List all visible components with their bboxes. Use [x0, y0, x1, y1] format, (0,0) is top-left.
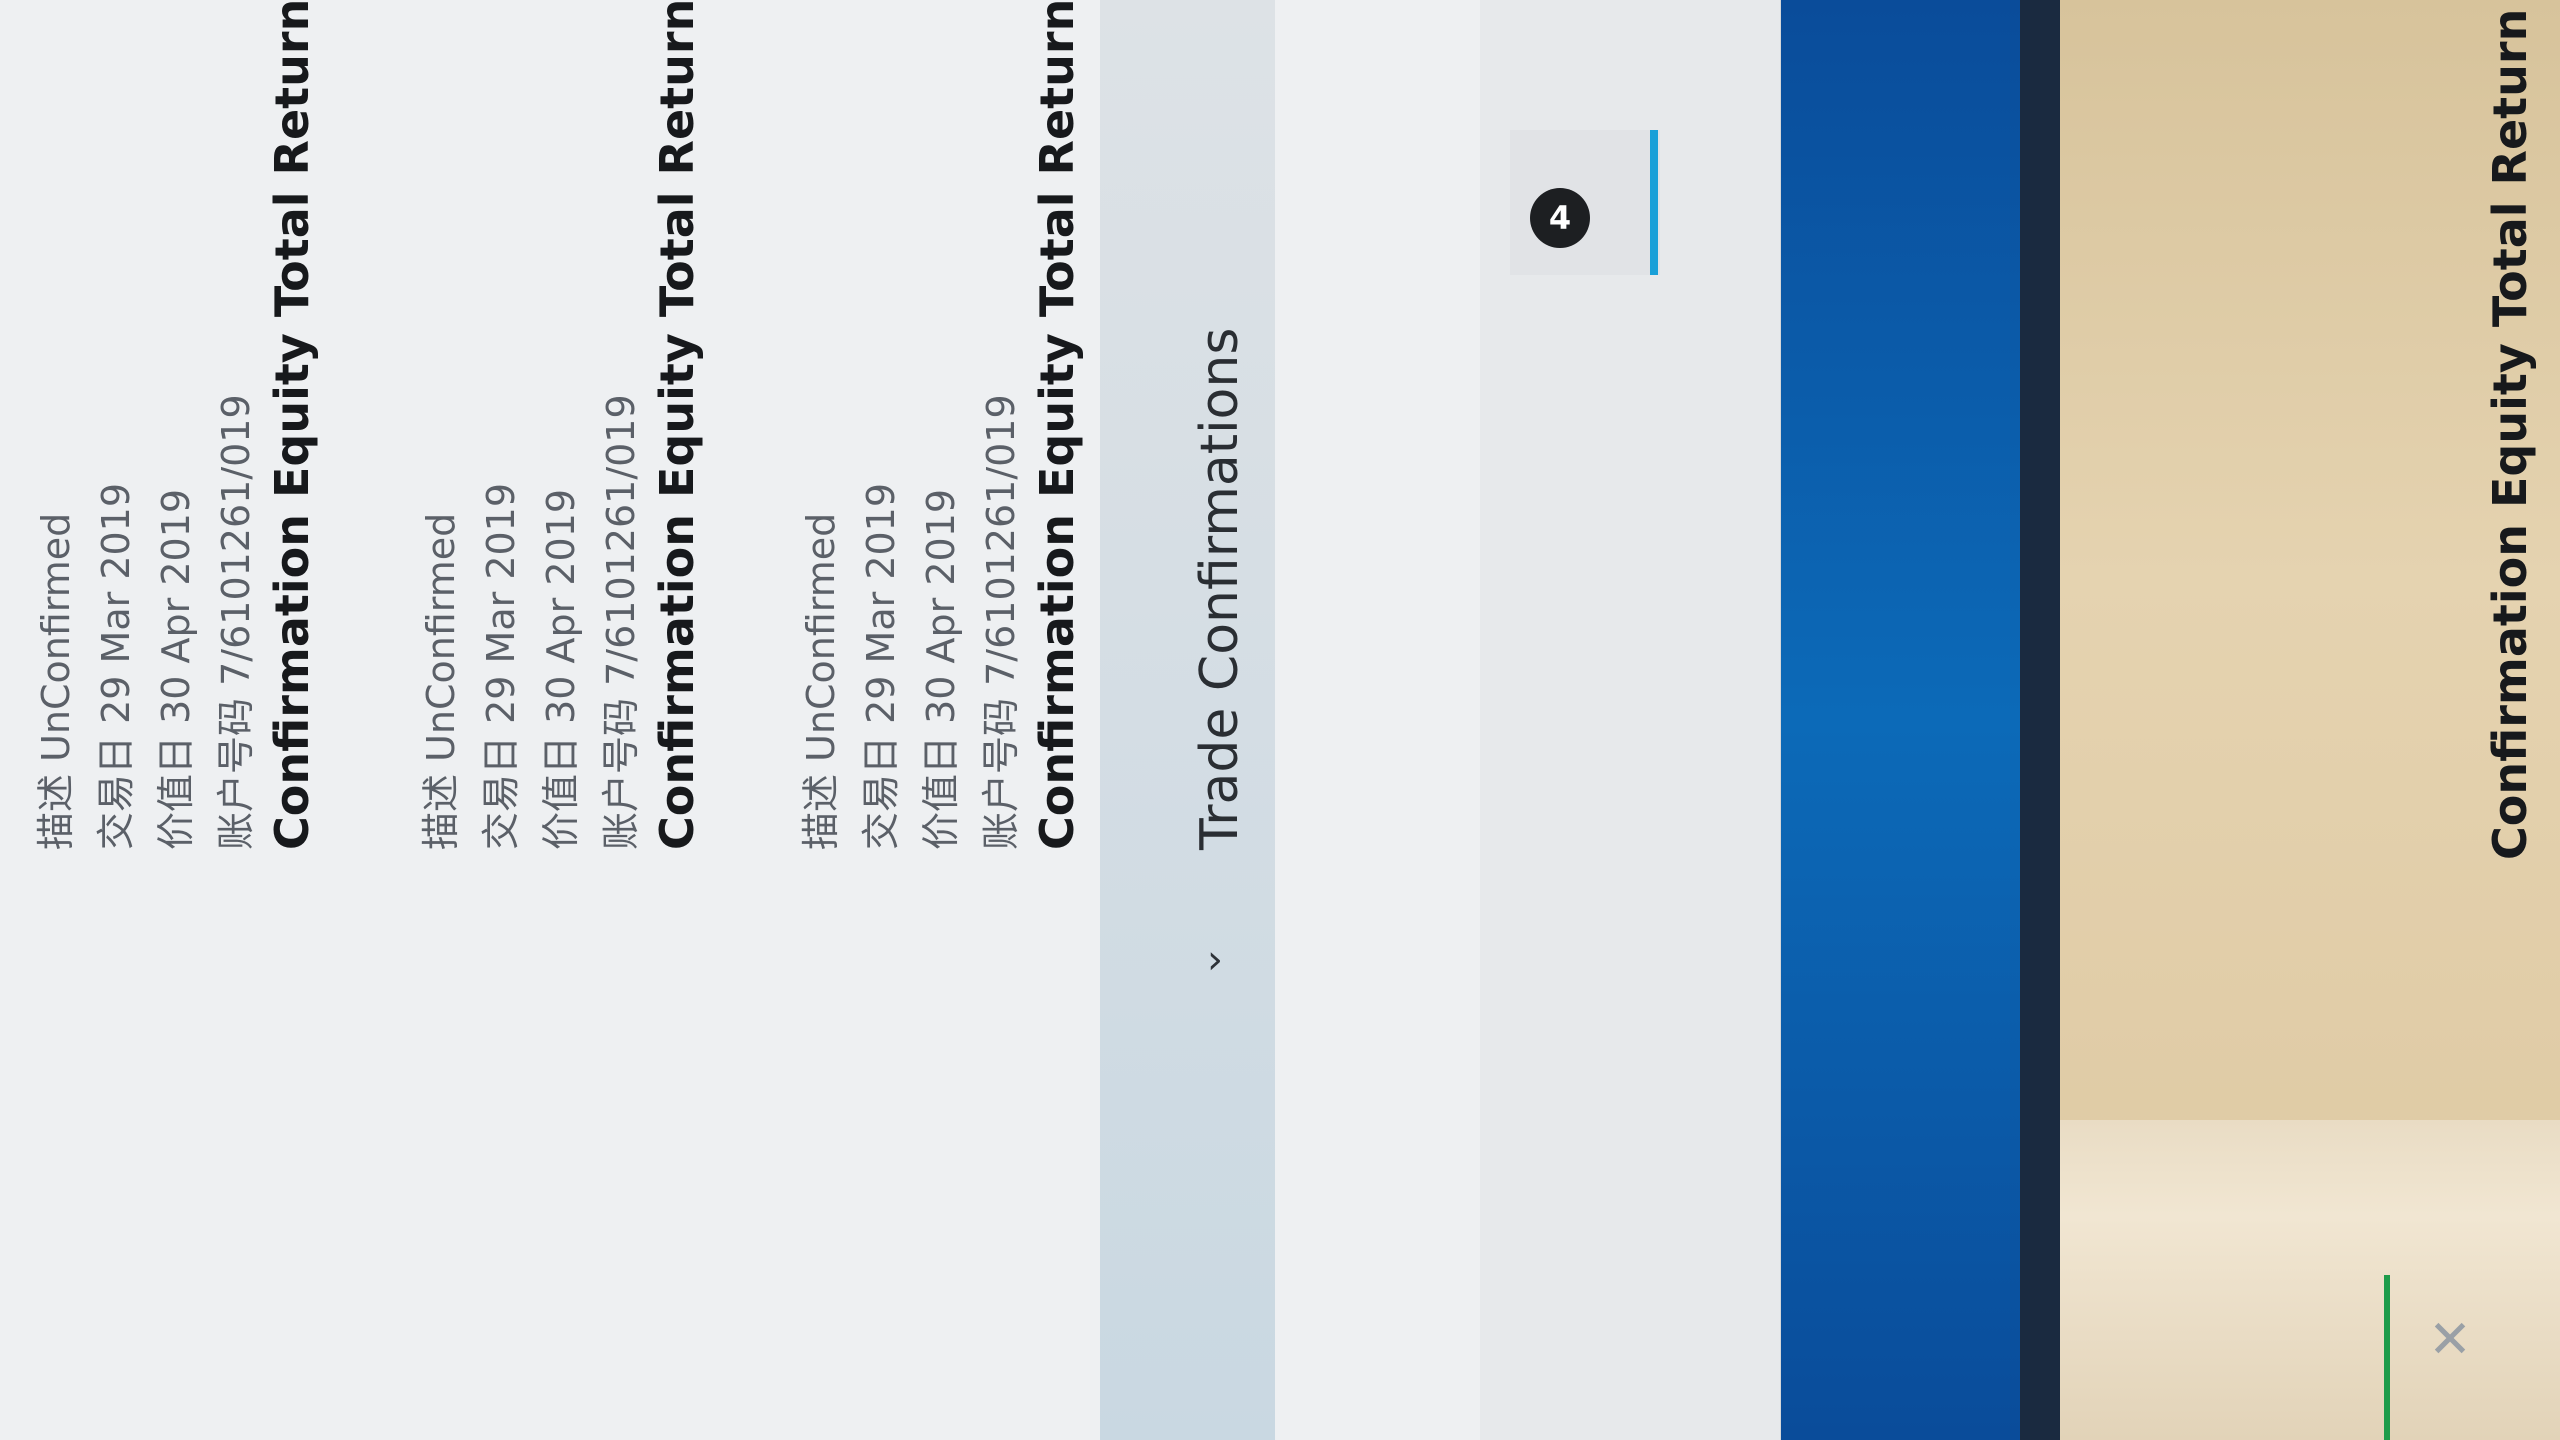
value-date-label: 价值日	[539, 735, 583, 850]
trade-date: 29 Mar 2019	[94, 482, 138, 724]
os-taskbar	[1780, 0, 2020, 1440]
trade-date: 29 Mar 2019	[859, 482, 903, 724]
close-icon[interactable]: ✕	[2420, 1310, 2480, 1370]
account-row: 账户号码 7/6101261/019	[590, 394, 645, 850]
chevron-right-icon[interactable]: ›	[1195, 937, 1235, 983]
value-date-label: 价值日	[154, 735, 198, 850]
confirmation-title: Confirmation Equity Total Return Swap	[265, 0, 319, 850]
account-label: 账户号码	[979, 697, 1023, 850]
description-value: UnConfirmed	[799, 512, 843, 762]
value-date-row: 价值日 30 Apr 2019	[910, 489, 965, 850]
notification-badge: 4	[1530, 188, 1590, 248]
account-value: 7/6101261/019	[599, 394, 643, 686]
trade-date-row: 交易日 29 Mar 2019	[470, 483, 525, 850]
confirmation-title: Confirmation Equity Total Return Swap	[1030, 0, 1084, 850]
account-row: 账户号码 7/6101261/019	[970, 394, 1025, 850]
description-value: UnConfirmed	[34, 512, 78, 762]
value-date: 30 Apr 2019	[154, 488, 198, 724]
value-date: 30 Apr 2019	[539, 488, 583, 724]
account-value: 7/6101261/019	[979, 394, 1023, 686]
trade-date: 29 Mar 2019	[479, 482, 523, 724]
trade-date-label: 交易日	[479, 735, 523, 850]
description-row: 描述 UnConfirmed	[25, 513, 80, 850]
value-date-label: 价值日	[919, 735, 963, 850]
screen-edge	[2020, 0, 2060, 1440]
trade-date-label: 交易日	[94, 735, 138, 850]
account-label: 账户号码	[599, 697, 643, 850]
account-row: 账户号码 7/6101261/019	[205, 394, 260, 850]
trade-date-row: 交易日 29 Mar 2019	[85, 483, 140, 850]
screen-area: 4 › Trade Confirmations Confirmation Equ…	[0, 0, 2560, 1440]
value-date-row: 价值日 30 Apr 2019	[530, 489, 585, 850]
description-label: 描述	[34, 773, 78, 850]
confirmation-title: Confirmation Equity Total Return Swap	[2483, 0, 2537, 860]
description-row: 描述 UnConfirmed	[410, 513, 465, 850]
status-indicator-line	[2384, 1275, 2390, 1440]
description-label: 描述	[799, 773, 843, 850]
rotated-screen: 4 › Trade Confirmations Confirmation Equ…	[0, 0, 2060, 1440]
confirmation-title: Confirmation Equity Total Return Swap	[650, 0, 704, 850]
description-row: 描述 UnConfirmed	[790, 513, 845, 850]
account-label: 账户号码	[214, 697, 258, 850]
value-date: 30 Apr 2019	[919, 488, 963, 724]
description-label: 描述	[419, 773, 463, 850]
confirmation-card-partial[interactable]: Confirmation Equity Total Return Swap	[2470, 0, 2560, 860]
trade-date-label: 交易日	[859, 735, 903, 850]
trade-date-row: 交易日 29 Mar 2019	[850, 483, 905, 850]
account-value: 7/6101261/019	[214, 394, 258, 686]
section-title: Trade Confirmations	[1190, 327, 1250, 850]
description-value: UnConfirmed	[419, 512, 463, 762]
value-date-row: 价值日 30 Apr 2019	[145, 489, 200, 850]
active-tab-indicator	[1650, 130, 1658, 275]
